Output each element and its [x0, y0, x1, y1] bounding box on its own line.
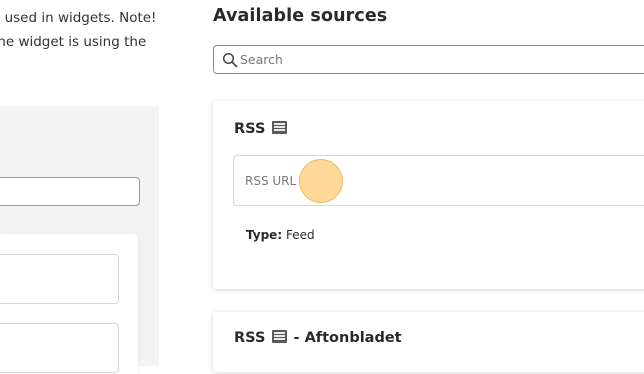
search-input[interactable]: [240, 46, 620, 73]
newspaper-icon: [272, 121, 288, 134]
source-card-rss-aftonbladet: RSS - Aftonbladet: [213, 312, 644, 372]
source-title: RSS - Aftonbladet: [234, 330, 402, 346]
source-title: RSS: [234, 121, 288, 137]
widget-field-2[interactable]: [0, 323, 119, 373]
newspaper-icon: [272, 330, 288, 343]
intro-line-2: the widget is using the: [0, 34, 147, 50]
available-sources-heading: Available sources: [213, 6, 388, 26]
source-title-text: RSS: [234, 121, 266, 137]
intro-text: e used in widgets. Note! the widget is u…: [0, 6, 162, 54]
source-card-rss: RSS Type: Feed: [213, 101, 644, 289]
source-title-suffix: - Aftonbladet: [288, 330, 402, 346]
type-label: Type:: [246, 228, 283, 242]
search-icon: [222, 52, 238, 68]
source-title-text: RSS: [234, 330, 266, 346]
type-value: Feed: [285, 228, 315, 242]
source-type: Type: Feed: [246, 228, 315, 242]
rss-url-input[interactable]: [245, 156, 644, 205]
widget-name-input[interactable]: [0, 177, 140, 206]
intro-line-1: e used in widgets. Note!: [0, 10, 157, 26]
widget-field-1[interactable]: [0, 254, 119, 304]
search-box[interactable]: [213, 45, 644, 74]
rss-url-field[interactable]: [233, 155, 644, 206]
